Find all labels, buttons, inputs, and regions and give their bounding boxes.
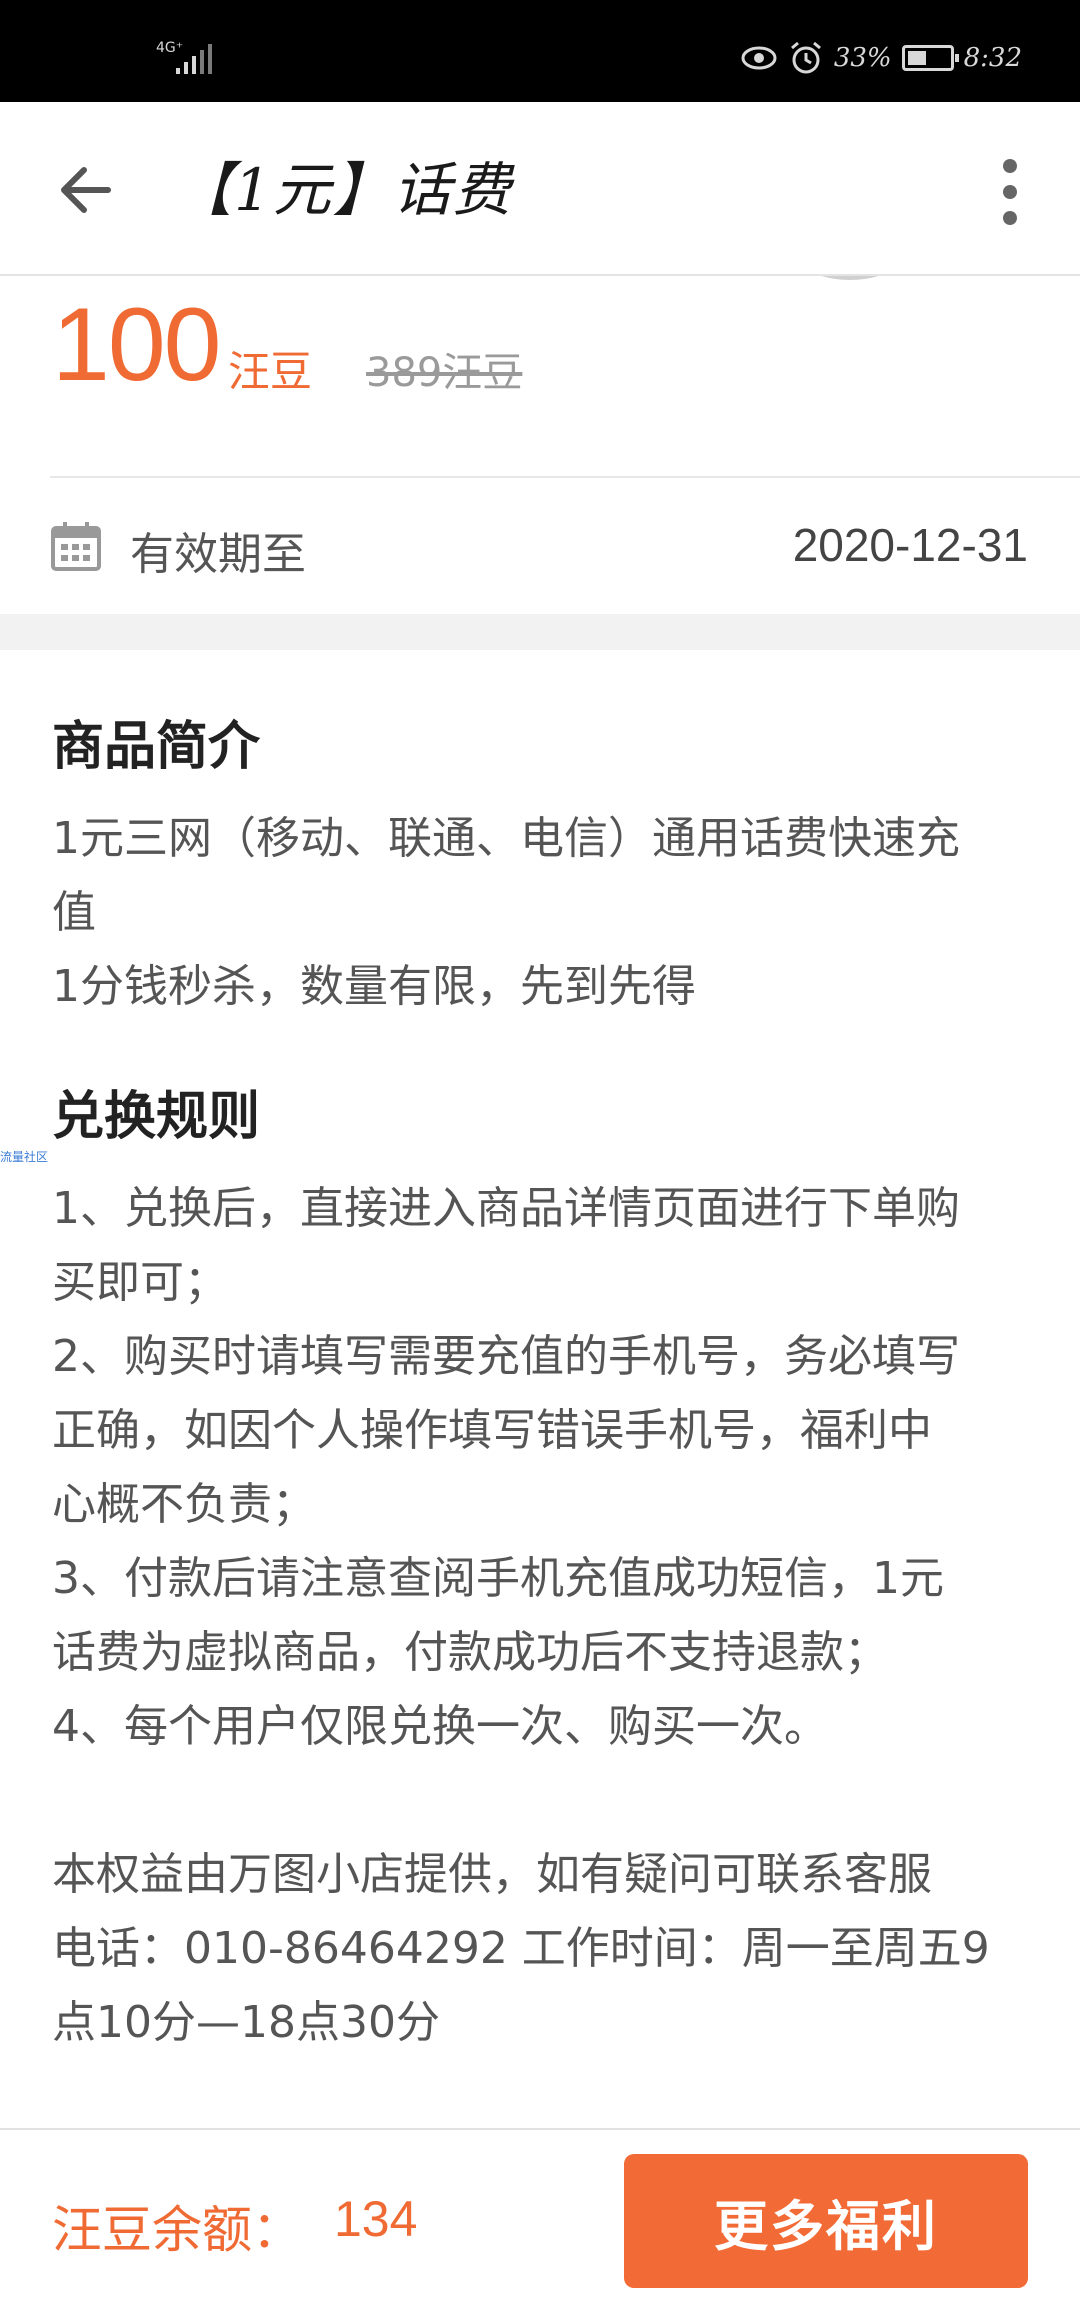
status-bar: 4G⁺ 33% 8:32 [0, 0, 1080, 102]
eye-icon [741, 46, 777, 70]
price-amount: 100 [52, 287, 222, 403]
validity-row: 有效期至 2020-12-31 [0, 478, 1080, 614]
clock: 8:32 [963, 43, 1022, 73]
seal-icon [821, 276, 879, 280]
more-vertical-icon [1003, 159, 1017, 225]
price-unit: 汪豆 [228, 347, 313, 396]
nav-bar: 【1元】话费 [0, 102, 1080, 276]
intro-text: 1元三网（移动、联通、电信）通用话费快速充 值 1分钱秒杀，数量有限，先到先得 [52, 813, 960, 1012]
alarm-icon [790, 41, 821, 74]
status-right: 33% 8:32 [740, 38, 1022, 78]
signal-icon: 4G⁺ [152, 36, 222, 80]
original-price: 389汪豆 [366, 350, 523, 396]
bottom-bar: 汪豆余额： 134 更多福利 [0, 2128, 1080, 2310]
validity-date: 2020-12-31 [792, 519, 1028, 571]
intro-title: 商品简介 [52, 717, 261, 777]
battery-percent: 33% [833, 43, 892, 73]
balance-value: 134 [334, 2191, 418, 2247]
watermark: 流量社区 [0, 1150, 49, 1164]
more-welfare-button[interactable]: 更多福利 [624, 2154, 1028, 2288]
section-gap [0, 614, 1080, 650]
rules-text: 1、兑换后，直接进入商品详情页面进行下单购 买即可； 2、购买时请填写需要充值的… [52, 1183, 990, 2048]
validity-label: 有效期至 [130, 529, 306, 580]
back-button[interactable] [50, 152, 126, 228]
price-section: 100 汪豆 389汪豆 [0, 276, 1080, 476]
more-button[interactable] [980, 152, 1040, 232]
calendar-icon [51, 522, 101, 571]
back-arrow-icon [61, 167, 111, 213]
balance-label: 汪豆余额： [52, 2201, 302, 2259]
rules-title: 兑换规则 [52, 1087, 261, 1147]
page-title: 【1元】话费 [174, 156, 513, 224]
battery-icon [901, 45, 959, 71]
